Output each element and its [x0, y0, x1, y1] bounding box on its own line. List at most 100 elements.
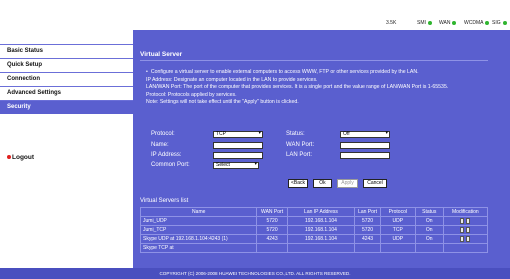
col-lan-ip-header: Lan IP Address	[286, 207, 356, 217]
sidebar: Basic Status Quick Setup Connection Adva…	[0, 30, 133, 279]
protocol-label: Protocol:	[151, 131, 175, 137]
virtual-servers-table: Name WAN Port Lan IP Address Lan Port Pr…	[139, 207, 489, 253]
row-lan-ip	[286, 243, 356, 253]
wcdma-label: WCDMA	[464, 20, 484, 26]
sidebar-item-basic-status[interactable]: Basic Status	[0, 45, 133, 58]
sig-label: SIG	[492, 20, 501, 26]
row-wan-port: 4243	[256, 234, 288, 244]
common-port-label: Common Port:	[151, 162, 190, 168]
row-protocol: UDP	[379, 216, 416, 226]
sms-label: SMI	[417, 20, 426, 26]
sig-led-icon	[502, 20, 507, 25]
row-status	[414, 243, 444, 253]
sidebar-item-connection[interactable]: Connection	[0, 73, 133, 86]
description-block: Configure a virtual server to enable ext…	[146, 69, 491, 107]
lan-port-input[interactable]	[340, 152, 390, 159]
status-label: Status:	[286, 131, 305, 137]
row-wan-port: 5720	[256, 225, 288, 235]
name-input[interactable]	[213, 142, 263, 149]
row-modification	[442, 243, 489, 253]
lan-port-label: LAN Port:	[286, 152, 313, 158]
table-row: Skype TCP at	[139, 243, 489, 253]
wcdma-led-icon	[485, 20, 490, 25]
row-protocol: UDP	[379, 234, 416, 244]
row-lan-port: 5720	[354, 216, 381, 226]
wan-led-icon	[452, 20, 457, 25]
row-lan-ip: 192.168.1.104	[286, 234, 356, 244]
col-wan-port-header: WAN Port	[256, 207, 288, 217]
common-port-select[interactable]: Select	[213, 162, 259, 169]
edit-icon[interactable]	[460, 226, 465, 233]
description-line: Note: Settings will not take effect unti…	[146, 99, 299, 106]
sidebar-item-quick-setup[interactable]: Quick Setup	[0, 59, 133, 72]
row-wan-port	[256, 243, 288, 253]
row-name: Jumi_TCP	[139, 225, 258, 235]
protocol-select[interactable]: TCP	[213, 131, 263, 138]
common-port-value: Select	[216, 162, 230, 168]
row-modification	[442, 234, 489, 244]
table-row: Jumi_TCP 5720 192.168.1.104 5720 TCP On	[139, 225, 489, 235]
row-name: Skype TCP at	[139, 243, 258, 253]
top-status-bar: 3.5K SMI WAN WCDMA SIG	[0, 0, 510, 30]
apply-button[interactable]: Apply	[337, 179, 358, 188]
table-row: Jumi_UDP 5720 192.168.1.104 5720 UDP On	[139, 216, 489, 226]
footer-copyright: COPYRIGHT (C) 2006-2008 HUAWEI TECHNOLOG…	[0, 268, 510, 279]
back-button[interactable]: <Back	[288, 179, 308, 188]
delete-icon[interactable]	[466, 235, 471, 242]
row-protocol	[379, 243, 416, 253]
description-line: LAN/WAN Port: The port of the computer t…	[146, 84, 449, 91]
delete-icon[interactable]	[466, 217, 471, 224]
cancel-button[interactable]: Cancel	[363, 179, 387, 188]
status-select[interactable]: Off	[340, 131, 390, 138]
table-header-row: Name WAN Port Lan IP Address Lan Port Pr…	[139, 207, 489, 217]
wan-port-input[interactable]	[340, 142, 390, 149]
delete-icon[interactable]	[466, 226, 471, 233]
row-status: On	[414, 216, 444, 226]
logout-label: Logout	[12, 154, 35, 161]
row-lan-port: 4243	[354, 234, 381, 244]
ip-address-label: IP Address:	[151, 152, 182, 158]
virtual-servers-list-title: Virtual Servers list	[140, 198, 189, 204]
row-modification	[442, 225, 489, 235]
row-name: Jumi_UDP	[139, 216, 258, 226]
col-modification-header: Modification	[442, 207, 489, 217]
sig-indicator: SIG	[492, 20, 507, 26]
row-status: On	[414, 225, 444, 235]
row-modification	[442, 216, 489, 226]
main-panel: Virtual Server Configure a virtual serve…	[133, 30, 510, 279]
ok-button[interactable]: Ok	[313, 179, 332, 188]
row-lan-port: 5720	[354, 225, 381, 235]
wan-port-label: WAN Port:	[286, 142, 315, 148]
logout-link[interactable]: Logout	[7, 154, 34, 161]
wan-label: WAN	[439, 20, 451, 26]
status-value: Off	[343, 131, 350, 137]
col-name-header: Name	[139, 207, 258, 217]
edit-icon[interactable]	[460, 217, 465, 224]
row-status: On	[414, 234, 444, 244]
sidebar-item-advanced-settings[interactable]: Advanced Settings	[0, 87, 133, 100]
col-protocol-header: Protocol	[379, 207, 416, 217]
signal-readout: 3.5K	[386, 20, 397, 26]
logout-icon	[7, 155, 11, 160]
table-row: Skype UDP at 192.168.1.104:4243 (1) 4243…	[139, 234, 489, 244]
protocol-value: TCP	[216, 131, 226, 137]
sms-indicator: SMI	[417, 20, 432, 26]
row-lan-port	[354, 243, 381, 253]
ip-address-input[interactable]	[213, 152, 263, 159]
wan-indicator: WAN	[439, 20, 457, 26]
col-status-header: Status	[414, 207, 444, 217]
title-divider	[140, 60, 488, 61]
row-protocol: TCP	[379, 225, 416, 235]
page-title: Virtual Server	[140, 51, 183, 58]
name-label: Name:	[151, 142, 169, 148]
col-lan-port-header: Lan Port	[354, 207, 381, 217]
edit-icon[interactable]	[460, 235, 465, 242]
row-lan-ip: 192.168.1.104	[286, 225, 356, 235]
sms-led-icon	[427, 20, 432, 25]
row-name: Skype UDP at 192.168.1.104:4243 (1)	[139, 234, 258, 244]
row-wan-port: 5720	[256, 216, 288, 226]
description-line: Configure a virtual server to enable ext…	[146, 69, 491, 77]
sidebar-item-security[interactable]: Security	[0, 101, 133, 114]
description-line: Protocol: Protocols applied by services.	[146, 91, 237, 98]
row-lan-ip: 192.168.1.104	[286, 216, 356, 226]
